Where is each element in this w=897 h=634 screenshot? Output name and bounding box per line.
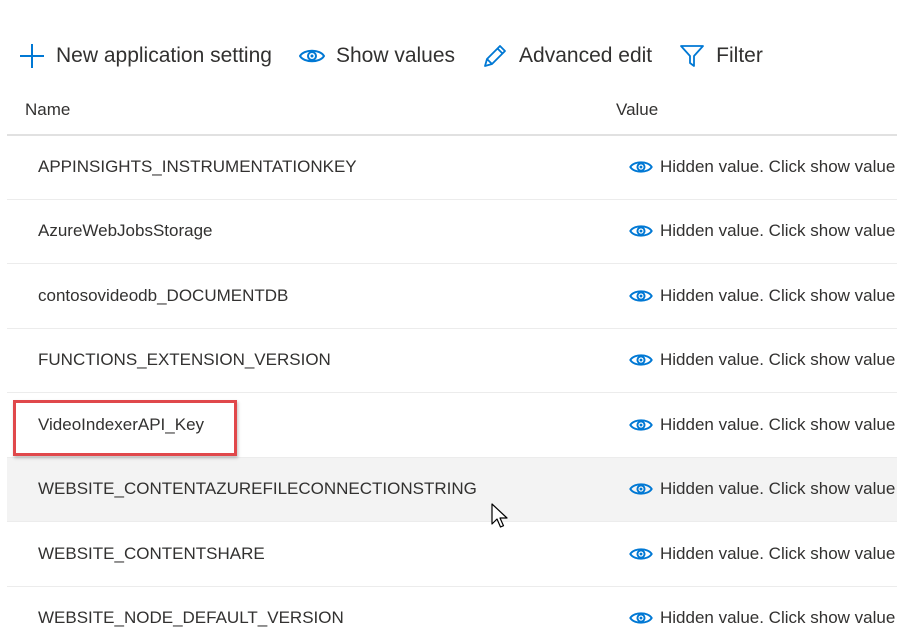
advanced-edit-button[interactable]: Advanced edit bbox=[481, 42, 652, 70]
table-row[interactable]: contosovideodb_DOCUMENTDB Hidden value. … bbox=[7, 264, 897, 329]
eye-icon bbox=[629, 223, 653, 239]
table-row[interactable]: FUNCTIONS_EXTENSION_VERSION Hidden value… bbox=[7, 329, 897, 393]
eye-icon bbox=[629, 288, 653, 304]
hidden-value-text: Hidden value. Click show value bbox=[660, 543, 896, 563]
setting-name: FUNCTIONS_EXTENSION_VERSION bbox=[38, 350, 331, 370]
table-row[interactable]: APPINSIGHTS_INSTRUMENTATIONKEY Hidden va… bbox=[7, 135, 897, 200]
eye-icon bbox=[629, 610, 653, 626]
setting-value[interactable]: Hidden value. Click show value bbox=[629, 286, 895, 306]
setting-value[interactable]: Hidden value. Click show value bbox=[629, 479, 895, 499]
eye-icon bbox=[629, 352, 653, 368]
setting-name: WEBSITE_CONTENTSHARE bbox=[38, 543, 265, 563]
table-row[interactable]: AzureWebJobsStorage Hidden value. Click … bbox=[7, 200, 897, 264]
new-application-setting-button[interactable]: New application setting bbox=[18, 42, 272, 70]
table-row[interactable]: VideoIndexerAPI_Key Hidden value. Click … bbox=[7, 393, 897, 458]
setting-name: VideoIndexerAPI_Key bbox=[38, 414, 205, 434]
show-values-button[interactable]: Show values bbox=[298, 42, 455, 70]
hidden-value-text: Hidden value. Click show value bbox=[660, 156, 896, 176]
setting-value[interactable]: Hidden value. Click show value bbox=[629, 415, 895, 435]
toolbar: New application setting Show values Adva… bbox=[18, 36, 789, 76]
setting-name: WEBSITE_NODE_DEFAULT_VERSION bbox=[38, 608, 344, 628]
show-values-label: Show values bbox=[335, 44, 456, 67]
pencil-icon bbox=[481, 42, 509, 70]
column-header-name[interactable]: Name bbox=[25, 100, 70, 120]
table-row[interactable]: WEBSITE_NODE_DEFAULT_VERSION Hidden valu… bbox=[7, 587, 897, 634]
eye-icon bbox=[629, 159, 653, 175]
hidden-value-text: Hidden value. Click show value bbox=[660, 350, 896, 370]
settings-table-body: APPINSIGHTS_INSTRUMENTATIONKEY Hidden va… bbox=[7, 135, 897, 634]
setting-value[interactable]: Hidden value. Click show value bbox=[629, 221, 895, 241]
table-row[interactable]: WEBSITE_CONTENTSHARE Hidden value. Click… bbox=[7, 522, 897, 587]
setting-value[interactable]: Hidden value. Click show value bbox=[629, 157, 895, 177]
filter-icon bbox=[678, 42, 706, 70]
hidden-value-text: Hidden value. Click show value bbox=[660, 414, 896, 434]
advanced-edit-label: Advanced edit bbox=[519, 44, 653, 67]
app-settings-page: New application setting Show values Adva… bbox=[0, 0, 897, 634]
setting-value[interactable]: Hidden value. Click show value bbox=[629, 544, 895, 564]
hidden-value-text: Hidden value. Click show value bbox=[660, 221, 896, 241]
plus-icon bbox=[18, 42, 46, 70]
filter-button[interactable]: Filter bbox=[678, 42, 763, 70]
setting-value[interactable]: Hidden value. Click show value bbox=[629, 350, 895, 370]
setting-name: contosovideodb_DOCUMENTDB bbox=[38, 285, 289, 305]
new-application-setting-label: New application setting bbox=[56, 44, 272, 67]
hidden-value-text: Hidden value. Click show value bbox=[660, 479, 896, 499]
filter-label: Filter bbox=[716, 44, 763, 67]
setting-name: AzureWebJobsStorage bbox=[38, 221, 213, 241]
hidden-value-text: Hidden value. Click show value bbox=[660, 608, 896, 628]
setting-value[interactable]: Hidden value. Click show value bbox=[629, 608, 895, 628]
table-row[interactable]: WEBSITE_CONTENTAZUREFILECONNECTIONSTRING… bbox=[7, 457, 897, 522]
eye-icon bbox=[629, 546, 653, 562]
column-header-value[interactable]: Value bbox=[616, 100, 658, 120]
setting-name: APPINSIGHTS_INSTRUMENTATIONKEY bbox=[38, 156, 357, 176]
eye-icon bbox=[298, 42, 326, 70]
table-header: Name Value bbox=[7, 96, 897, 136]
eye-icon bbox=[629, 417, 653, 433]
hidden-value-text: Hidden value. Click show value bbox=[660, 285, 896, 305]
setting-name: WEBSITE_CONTENTAZUREFILECONNECTIONSTRING bbox=[38, 479, 477, 499]
eye-icon bbox=[629, 481, 653, 497]
